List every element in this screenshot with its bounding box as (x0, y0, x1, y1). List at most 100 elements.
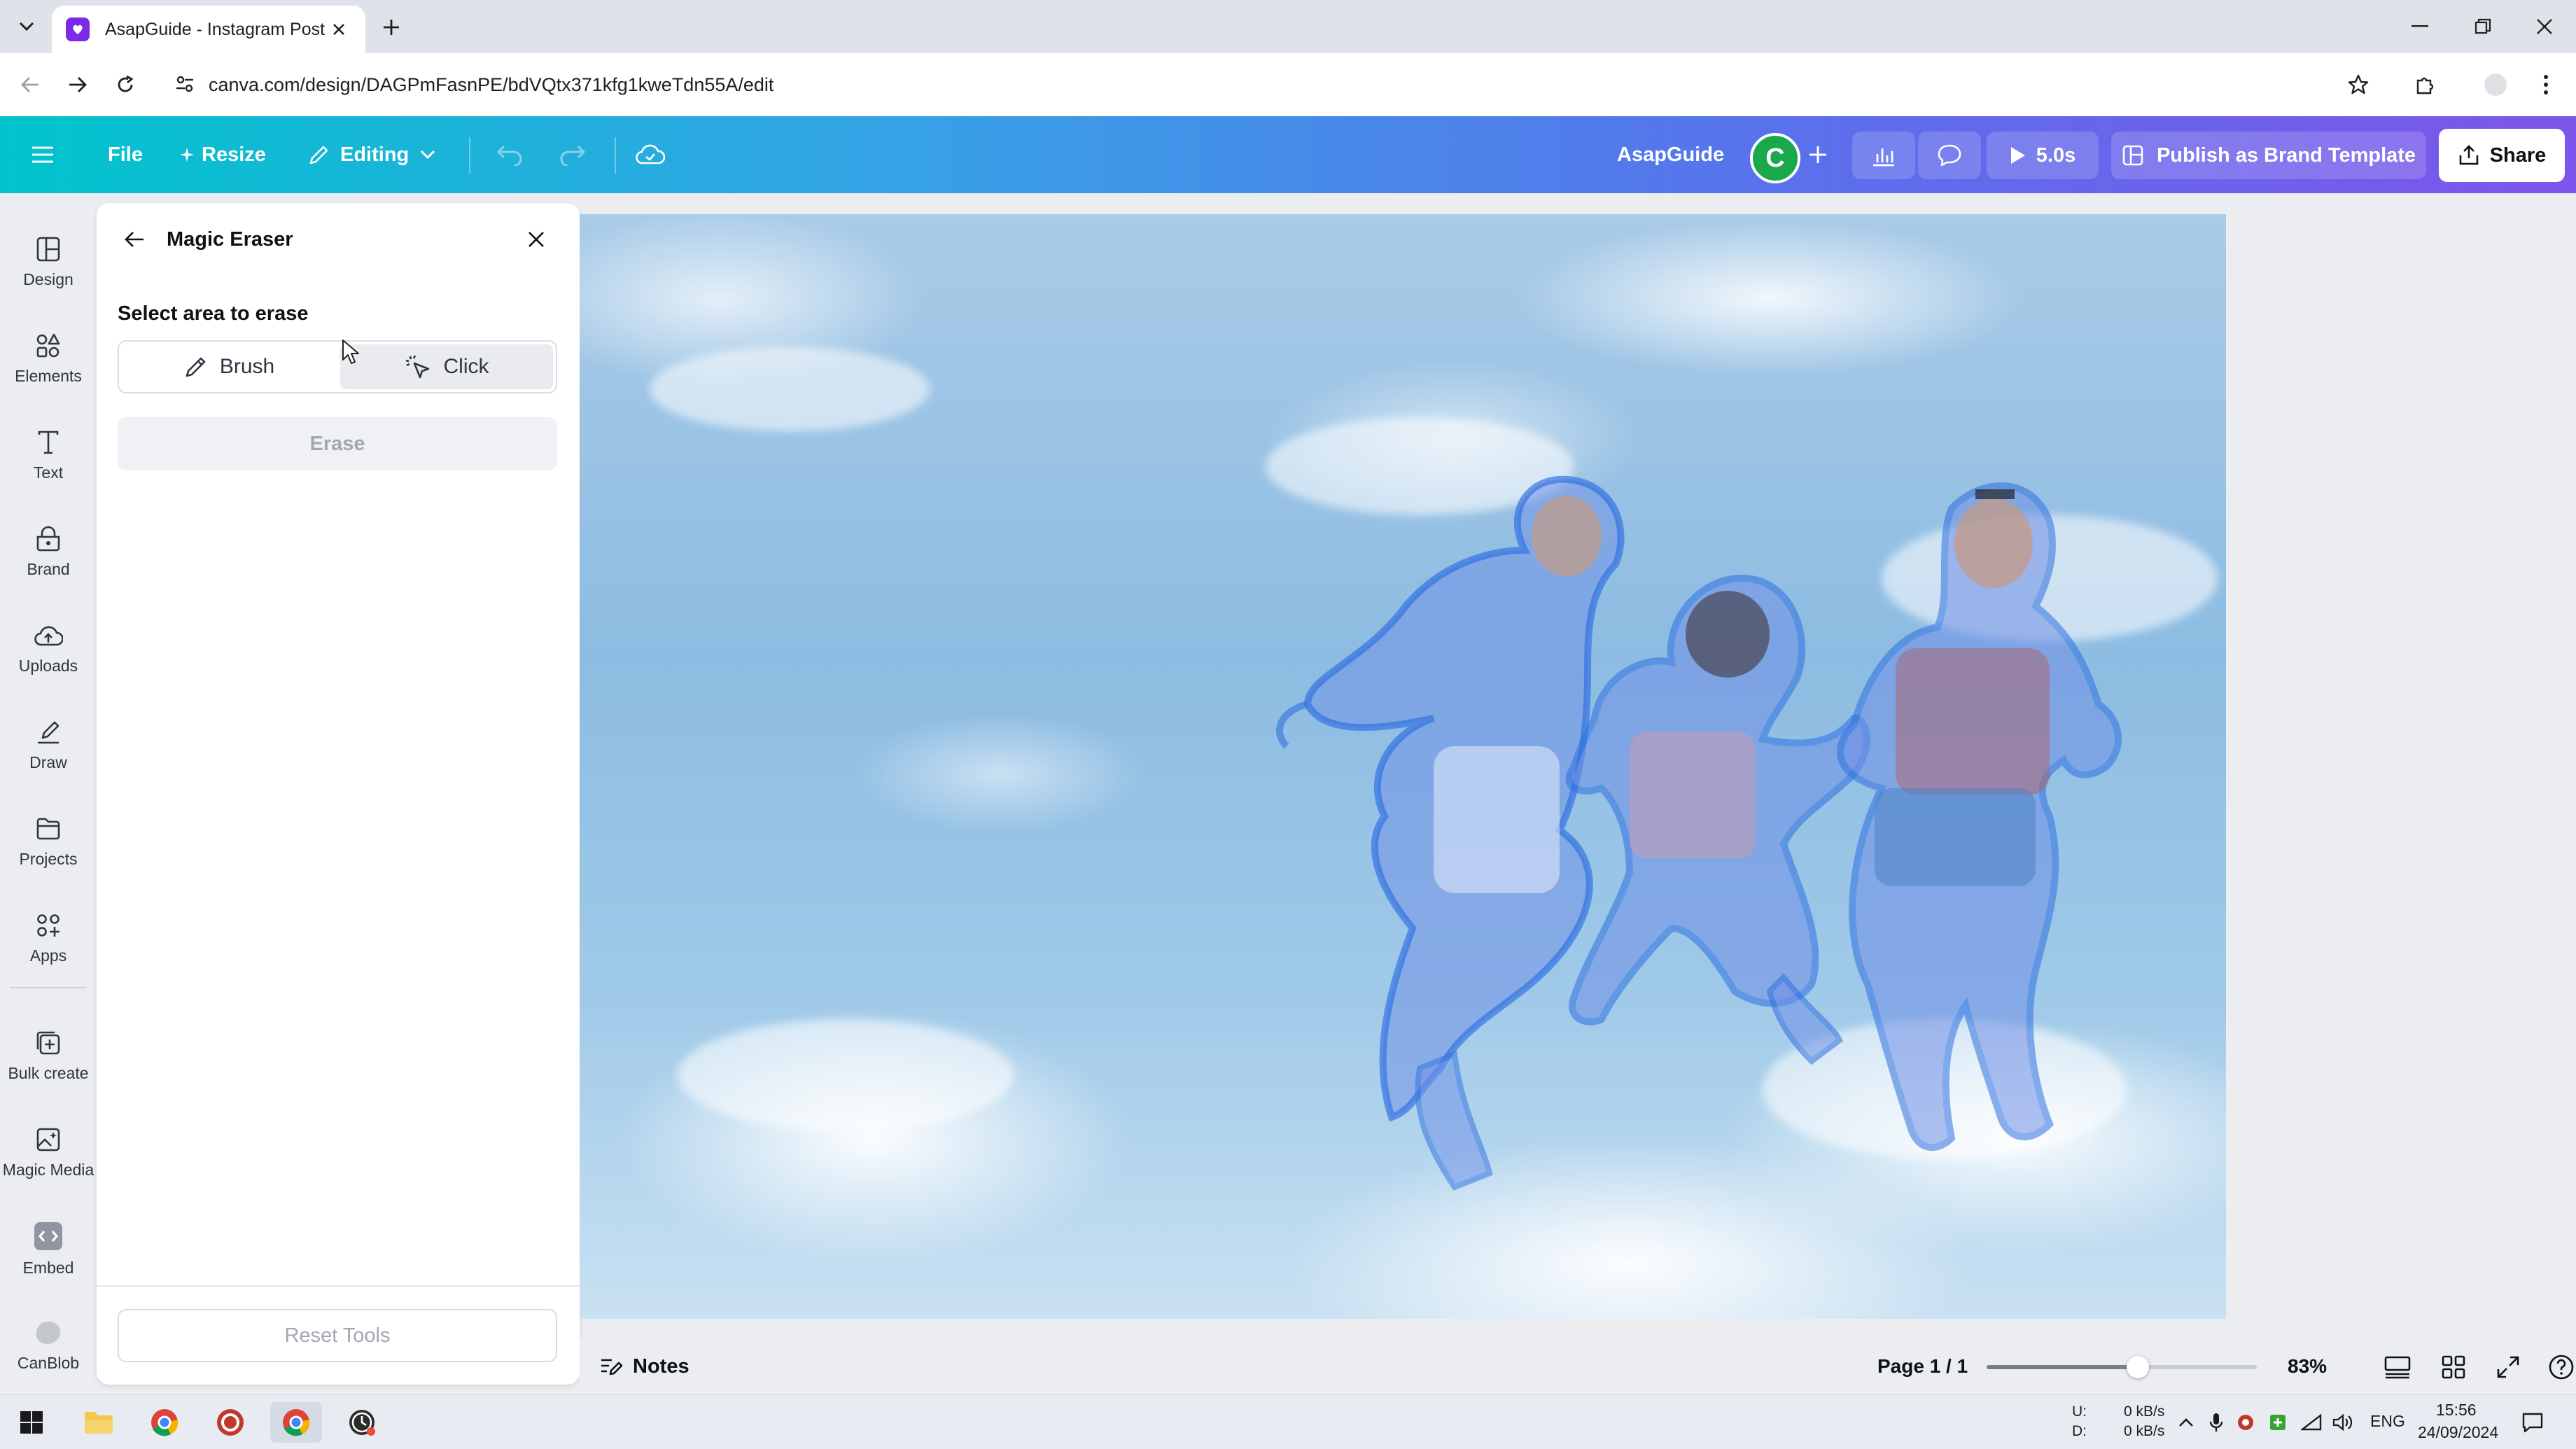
sidebar-item-canblob[interactable]: CanBlob (0, 1303, 97, 1387)
zoom-level[interactable]: 83% (2288, 1355, 2327, 1378)
sidebar-item-uploads[interactable]: Uploads (0, 606, 97, 690)
resize-button[interactable]: Resize (179, 116, 266, 193)
windows-start-icon[interactable] (6, 1402, 57, 1443)
sidebar-item-projects[interactable]: Projects (0, 799, 97, 883)
publish-label: Publish as Brand Template (2156, 144, 2416, 167)
close-window-icon[interactable] (2513, 10, 2576, 43)
chrome-icon[interactable] (139, 1402, 190, 1443)
profile-avatar-icon[interactable] (2479, 69, 2512, 101)
recorder-app-icon[interactable] (204, 1402, 256, 1443)
notes-button[interactable]: Notes (599, 1348, 690, 1385)
click-mode-button[interactable]: Click (340, 344, 553, 389)
grid-view-icon[interactable] (2437, 1351, 2470, 1383)
browser-menu-icon[interactable] (2530, 69, 2562, 101)
recording-tray-icon[interactable] (2233, 1402, 2258, 1443)
play-icon (2010, 146, 2026, 165)
file-menu-button[interactable]: File (108, 116, 143, 193)
sidebar-item-label: CanBlob (17, 1353, 80, 1372)
fullscreen-icon[interactable] (2492, 1351, 2524, 1383)
magic-media-icon (34, 1126, 62, 1154)
back-arrow-icon[interactable] (14, 69, 46, 101)
select-area-label: Select area to erase (118, 302, 309, 325)
browser-tab[interactable]: AsapGuide - Instagram Post (52, 6, 365, 53)
bookmark-star-icon[interactable] (2342, 69, 2374, 101)
address-input[interactable]: canva.com/design/DAGPmFasnPE/bdVQtx371kf… (167, 60, 2407, 109)
tab-search-button[interactable] (10, 11, 43, 42)
main-menu-icon[interactable] (31, 116, 55, 193)
close-tab-icon[interactable] (326, 17, 351, 42)
chevron-down-icon (19, 22, 34, 31)
redo-icon[interactable] (559, 116, 587, 193)
extensions-icon[interactable] (2409, 69, 2442, 101)
minimize-window-icon[interactable] (2388, 10, 2451, 43)
design-canvas[interactable] (580, 214, 2226, 1319)
file-explorer-icon[interactable] (73, 1402, 125, 1443)
page-view-icon[interactable] (2381, 1351, 2414, 1383)
sidebar-item-label: Apps (29, 946, 67, 965)
restore-window-icon[interactable] (2451, 10, 2514, 43)
clock-date[interactable]: 24/09/2024 (2418, 1423, 2498, 1442)
elements-icon (34, 332, 62, 360)
editing-mode-dropdown[interactable]: Editing (308, 116, 435, 193)
reload-icon[interactable] (109, 69, 141, 101)
template-icon (2122, 144, 2144, 167)
tray-expand-icon[interactable] (2171, 1402, 2201, 1443)
reset-tools-label: Reset Tools (284, 1324, 391, 1347)
close-icon[interactable] (519, 223, 553, 256)
insights-chart-icon[interactable] (1852, 132, 1915, 179)
erase-button[interactable]: Erase (118, 417, 557, 470)
bulk-create-icon (34, 1029, 62, 1057)
new-tab-button[interactable] (377, 13, 406, 42)
zoom-slider-thumb[interactable] (2127, 1356, 2150, 1378)
site-settings-icon[interactable] (174, 73, 196, 95)
sidebar-item-draw[interactable]: Draw (0, 703, 97, 787)
sidebar-item-text[interactable]: Text (0, 413, 97, 497)
clock-time[interactable]: 15:56 (2436, 1401, 2477, 1420)
sidebar-item-brand[interactable]: Brand (0, 510, 97, 594)
microphone-icon[interactable] (2204, 1402, 2229, 1443)
design-name[interactable]: AsapGuide (1617, 116, 1724, 193)
help-icon[interactable] (2545, 1351, 2576, 1383)
clock-app-icon[interactable] (336, 1402, 388, 1443)
sidebar-item-label: Elements (15, 366, 82, 385)
sidebar-item-design[interactable]: Design (0, 220, 97, 304)
volume-icon[interactable] (2328, 1402, 2356, 1443)
sidebar-divider (10, 987, 87, 988)
sidebar-item-elements[interactable]: Elements (0, 316, 97, 400)
person-middle-selected (1565, 574, 1870, 1065)
chrome-active-icon[interactable] (270, 1402, 322, 1443)
sidebar-item-magic-media[interactable]: Magic Media (0, 1110, 97, 1194)
share-button[interactable]: Share (2439, 129, 2565, 182)
share-label: Share (2489, 144, 2547, 167)
upload-share-icon (2458, 144, 2480, 167)
notification-center-icon[interactable] (2513, 1402, 2552, 1443)
zoom-slider[interactable] (1987, 1356, 2257, 1378)
undo-icon[interactable] (496, 116, 524, 193)
crown-sparkle-icon (179, 147, 195, 162)
sidebar-item-apps[interactable]: Apps (0, 896, 97, 980)
brush-icon (183, 354, 209, 379)
sidebar-item-label: Magic Media (2, 1160, 94, 1179)
mouse-cursor-icon (342, 340, 359, 364)
forward-arrow-icon[interactable] (62, 69, 94, 101)
editor-footer: Notes Page 1 / 1 83% (580, 1338, 2576, 1394)
present-timer-button[interactable]: 5.0s (1987, 132, 2099, 179)
avatar[interactable]: C (1750, 133, 1800, 183)
sidebar-item-bulk-create[interactable]: Bulk create (0, 1014, 97, 1098)
brush-mode-button[interactable]: Brush (122, 344, 336, 389)
sidebar-item-label: Draw (29, 752, 67, 771)
language-indicator[interactable]: ENG (2370, 1412, 2405, 1431)
page-indicator[interactable]: Page 1 / 1 (1877, 1355, 1968, 1378)
erase-mode-toggle: Brush Click (118, 340, 557, 393)
editing-label: Editing (340, 143, 410, 166)
wifi-icon[interactable] (2297, 1402, 2325, 1443)
cloud-saved-icon[interactable] (636, 116, 665, 193)
back-arrow-icon[interactable] (118, 223, 151, 256)
sidebar-item-embed[interactable]: Embed (0, 1207, 97, 1291)
reset-tools-button[interactable]: Reset Tools (118, 1309, 557, 1362)
pencil-icon (308, 144, 330, 166)
nvidia-tray-icon[interactable] (2265, 1402, 2290, 1443)
publish-brand-template-button[interactable]: Publish as Brand Template (2111, 132, 2426, 179)
add-collaborator-icon[interactable] (1807, 116, 1828, 193)
comment-icon[interactable] (1918, 132, 1981, 179)
